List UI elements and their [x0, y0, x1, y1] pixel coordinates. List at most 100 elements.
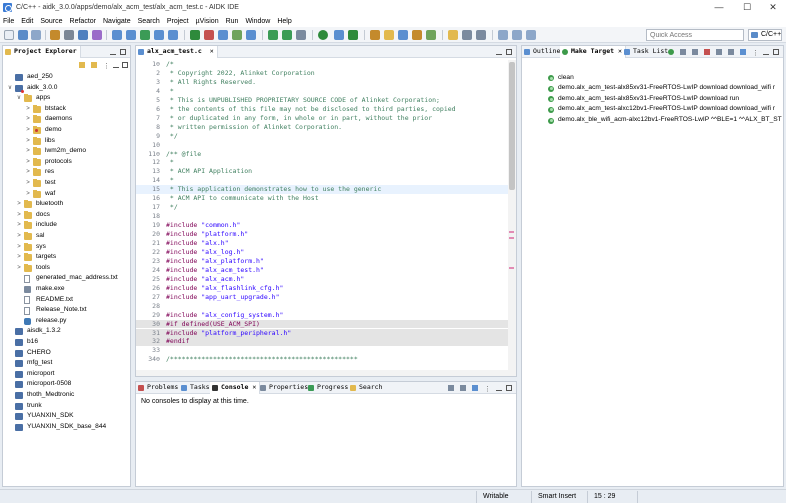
tool-icon[interactable] [370, 30, 380, 40]
make-target-item[interactable]: demo.alx_acm_test-alx85xv31-FreeRTOS-LwI… [548, 83, 783, 94]
tab-make-target[interactable]: Make Target ✕ [560, 46, 626, 58]
tab-progress[interactable]: Progress [306, 382, 351, 394]
tab-alx-acm-test-c[interactable]: alx_acm_test.c ✕ [136, 46, 218, 58]
hide-empty-icon[interactable] [740, 49, 746, 55]
run-icon[interactable] [318, 30, 328, 40]
tab-tasks[interactable]: Tasks [179, 382, 213, 394]
display-console-icon[interactable] [460, 385, 466, 391]
view-menu-icon[interactable]: ⋮ [484, 385, 491, 393]
tool-icon[interactable] [384, 30, 394, 40]
minimize-icon[interactable] [113, 62, 119, 68]
collapsed-arrow-icon[interactable]: > [16, 242, 22, 253]
scrollbar-thumb[interactable] [509, 62, 515, 190]
code-line[interactable]: 10 [136, 141, 508, 150]
code-line[interactable]: 24 #include "alx_acm_test.h" [136, 266, 508, 275]
open-console-icon[interactable] [472, 385, 478, 391]
build-icon[interactable] [50, 30, 60, 40]
settings-icon[interactable] [64, 30, 74, 40]
collapsed-arrow-icon[interactable]: > [16, 199, 22, 210]
quick-access-input[interactable] [646, 29, 744, 41]
collapsed-arrow-icon[interactable]: > [16, 252, 22, 263]
code-line[interactable]: 29 #include "alx_config_system.h" [136, 311, 508, 320]
make-target-item[interactable]: clean [548, 73, 783, 84]
collapsed-arrow-icon[interactable]: > [25, 167, 31, 178]
collapsed-arrow-icon[interactable]: > [25, 146, 31, 157]
code-line[interactable]: 13 * ACM API Application [136, 167, 508, 176]
minimize-view-icon[interactable] [110, 49, 116, 55]
tool-icon[interactable] [296, 30, 306, 40]
save-icon[interactable] [18, 30, 28, 40]
view-menu-icon[interactable]: ⋮ [103, 62, 110, 70]
tool-icon[interactable] [448, 30, 458, 40]
code-line[interactable]: 30 #if defined(USE_ACM_SPI) [136, 319, 508, 329]
maximize-view-icon[interactable] [506, 385, 512, 391]
forward-icon[interactable] [512, 30, 522, 40]
collapsed-arrow-icon[interactable]: > [16, 263, 22, 274]
collapsed-arrow-icon[interactable]: > [25, 178, 31, 189]
code-line[interactable]: 33 [136, 346, 508, 355]
tool-icon[interactable] [140, 30, 150, 40]
filter-icon[interactable] [728, 49, 734, 55]
code-line[interactable]: 6 * the contents of this file may not be… [136, 105, 508, 114]
menu-refactor[interactable]: Refactor [70, 18, 96, 25]
menu-window[interactable]: Window [245, 18, 270, 25]
make-target-item[interactable]: demo.alx_acm_test-alxc12bv1-FreeRTOS-LwI… [548, 104, 783, 115]
tool-icon[interactable] [190, 30, 200, 40]
new-target-icon[interactable] [680, 49, 686, 55]
minimize-view-icon[interactable] [496, 49, 502, 55]
menu-navigate[interactable]: Navigate [103, 18, 131, 25]
collapse-all-icon[interactable] [79, 62, 85, 68]
pin-console-icon[interactable] [448, 385, 454, 391]
code-line[interactable]: 12 * [136, 158, 508, 167]
tool-icon[interactable] [398, 30, 408, 40]
tool-icon[interactable] [426, 30, 436, 40]
maximize-view-icon[interactable] [773, 49, 779, 55]
view-menu-icon[interactable]: ⋮ [752, 49, 759, 57]
target-icon[interactable] [92, 30, 102, 40]
tab-properties[interactable]: Properties [258, 382, 311, 394]
tab-outline[interactable]: Outline [522, 46, 563, 58]
maximize-view-icon[interactable] [506, 49, 512, 55]
menu-project[interactable]: Project [167, 18, 189, 25]
code-line[interactable]: 4 * [136, 87, 508, 96]
code-line[interactable]: 32 #endif [136, 337, 508, 347]
collapsed-arrow-icon[interactable]: > [25, 136, 31, 147]
code-line[interactable]: 8 * written permission of Alinket Corpor… [136, 123, 508, 132]
minimize-view-icon[interactable] [496, 385, 502, 391]
code-area[interactable]: 1⊖/* 2 * Copyright 2022, Alinket Corporat… [136, 60, 516, 376]
code-line[interactable]: 25 #include "alx_acm.h" [136, 275, 508, 284]
overview-marker[interactable] [509, 237, 514, 239]
tool-icon[interactable] [526, 30, 536, 40]
perspective-cpp-button[interactable]: C/C++ [748, 29, 782, 41]
collapsed-arrow-icon[interactable]: > [16, 210, 22, 221]
tool-icon[interactable] [218, 30, 228, 40]
code-line[interactable]: 16 * ACM API to communicate with the Hos… [136, 194, 508, 203]
code-line[interactable]: 26 #include "alx_flashlink_cfg.h" [136, 284, 508, 293]
menu-source[interactable]: Source [40, 18, 62, 25]
tool-icon[interactable] [232, 30, 242, 40]
code-line[interactable]: 7 * or duplicated in any form, in whole … [136, 114, 508, 123]
tool-icon[interactable] [412, 30, 422, 40]
tool-icon[interactable] [348, 30, 358, 40]
collapsed-arrow-icon[interactable]: > [25, 114, 31, 125]
tab-project-explorer[interactable]: Project Explorer [3, 46, 81, 58]
tool-icon[interactable] [268, 30, 278, 40]
menu-search[interactable]: Search [138, 18, 160, 25]
tool-icon[interactable] [476, 30, 486, 40]
menu-uvision[interactable]: µVision [196, 18, 219, 25]
collapsed-arrow-icon[interactable]: > [25, 189, 31, 200]
code-line[interactable]: 28 [136, 302, 508, 311]
collapsed-arrow-icon[interactable]: > [25, 125, 31, 136]
tool-icon[interactable] [168, 30, 178, 40]
tool-icon[interactable] [462, 30, 472, 40]
code-line[interactable]: 5 * This is UNPUBLISHED PROPRIETARY SOUR… [136, 96, 508, 105]
tool-icon[interactable] [204, 30, 214, 40]
tool-icon[interactable] [126, 30, 136, 40]
close-tab-icon[interactable]: ✕ [210, 47, 214, 55]
code-line[interactable]: 20 #include "platform.h" [136, 230, 508, 239]
expanded-arrow-icon[interactable]: ∨ [16, 93, 22, 104]
maximize-button[interactable]: ☐ [734, 0, 760, 15]
menu-edit[interactable]: Edit [21, 18, 33, 25]
collapsed-arrow-icon[interactable]: > [25, 157, 31, 168]
expanded-arrow-icon[interactable]: ∨ [7, 83, 13, 94]
